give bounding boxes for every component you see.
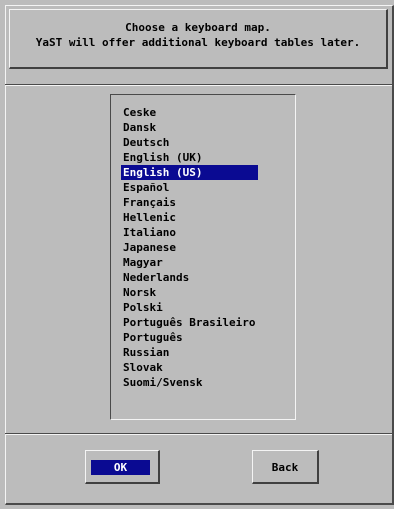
keyboard-map-item[interactable]: English (UK) — [121, 150, 258, 165]
keyboard-map-item[interactable]: Italiano — [121, 225, 258, 240]
header-subtitle: YaST will offer additional keyboard tabl… — [35, 36, 361, 49]
keyboard-map-item[interactable]: Suomi/Svensk — [121, 375, 258, 390]
keyboard-map-item[interactable]: Nederlands — [121, 270, 258, 285]
keyboard-map-item[interactable]: English (US) — [121, 165, 258, 180]
header-box: Choose a keyboard map. YaST will offer a… — [9, 9, 388, 69]
keyboard-map-item[interactable]: Ceske — [121, 105, 258, 120]
keyboard-map-item[interactable]: Deutsch — [121, 135, 258, 150]
keyboard-map-list[interactable]: Ceske Dansk Deutsch English (UK) English (US… — [110, 94, 296, 420]
keyboard-map-item[interactable]: Magyar — [121, 255, 258, 270]
keyboard-map-item[interactable]: Polski — [121, 300, 258, 315]
keyboard-map-item[interactable]: Norsk — [121, 285, 258, 300]
keyboard-map-item[interactable]: Português Brasileiro — [121, 315, 258, 330]
keyboard-map-item[interactable]: Français — [121, 195, 258, 210]
back-button-label: Back — [271, 461, 299, 474]
keyboard-map-item[interactable]: Dansk — [121, 120, 258, 135]
keyboard-map-item[interactable]: Slovak — [121, 360, 258, 375]
keyboard-map-item[interactable]: Hellenic — [121, 210, 258, 225]
back-button[interactable]: Back — [252, 450, 319, 484]
keyboard-map-item[interactable]: Japanese — [121, 240, 258, 255]
keyboard-map-item[interactable]: Español — [121, 180, 258, 195]
keyboard-dialog: Choose a keyboard map. YaST will offer a… — [0, 0, 394, 509]
keyboard-map-items: Ceske Dansk Deutsch English (UK) English (US… — [121, 105, 295, 390]
keyboard-map-item[interactable]: Português — [121, 330, 258, 345]
ok-button-label: OK — [91, 460, 150, 475]
keyboard-map-item[interactable]: Russian — [121, 345, 258, 360]
divider-top — [5, 84, 392, 86]
divider-bottom — [5, 433, 392, 435]
ok-button[interactable]: OK — [85, 450, 160, 484]
header-title: Choose a keyboard map. — [125, 21, 271, 34]
